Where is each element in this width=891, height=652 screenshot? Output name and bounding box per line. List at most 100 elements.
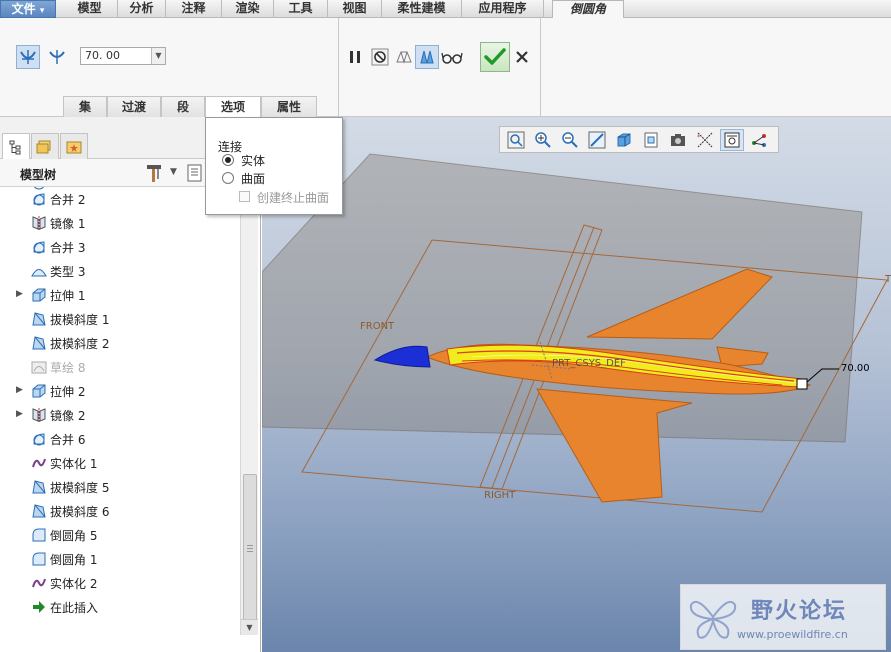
tab-file[interactable]: 文件 ▾ [0, 0, 56, 18]
chevron-down-icon[interactable]: ▼ [170, 167, 177, 177]
extrude-icon [31, 383, 47, 399]
tab-model-tree[interactable] [2, 133, 30, 160]
tab-applications[interactable]: 应用程序 [462, 0, 544, 18]
tree-item[interactable]: ▶ 镜像 2 [0, 403, 240, 427]
model-viewport[interactable]: PRT_CSYS_DEF 70.00 FRONT RIGHT T [262, 117, 891, 652]
tab-options[interactable]: 选项 [205, 96, 261, 118]
verify-button[interactable] [440, 45, 464, 69]
drag-handle[interactable] [796, 378, 808, 390]
chevron-down-icon[interactable]: ▼ [151, 48, 165, 64]
display-style-button[interactable] [612, 129, 636, 151]
tab-render[interactable]: 渲染 [222, 0, 274, 18]
saved-orientations-button[interactable] [639, 129, 663, 151]
tab-favorites[interactable] [60, 133, 88, 159]
geometry-preview-icon [420, 50, 434, 64]
model-tree-icon [9, 140, 21, 155]
expand-arrow-icon[interactable]: ▶ [16, 385, 23, 395]
create-end-surfaces-checkbox[interactable] [239, 191, 250, 202]
tab-flexible-modeling[interactable]: 柔性建模 [382, 0, 462, 18]
zoom-out-button[interactable] [558, 129, 582, 151]
draft-icon [31, 503, 47, 519]
model-tree-scrollbar[interactable]: ▼ [240, 187, 258, 635]
scrollbar-thumb[interactable] [243, 474, 257, 624]
tab-sets[interactable]: 集 [63, 96, 107, 117]
expand-arrow-icon[interactable]: ▶ [16, 289, 23, 299]
radius-dimension[interactable]: 70.00 [841, 363, 870, 374]
draft-icon [31, 311, 47, 327]
radius-value: 70. 00 [85, 49, 120, 62]
tree-item-label: 草绘 8 [50, 361, 86, 375]
cube-icon [617, 133, 631, 146]
tab-properties[interactable]: 属性 [261, 96, 317, 117]
ribbon-separator [338, 18, 339, 117]
no-preview-button[interactable] [368, 45, 392, 69]
tree-item[interactable]: 拔模斜度 6 [0, 499, 240, 523]
graphics-window[interactable]: PRT_CSYS_DEF 70.00 FRONT RIGHT T * 野火论坛 … [262, 117, 891, 652]
pause-button[interactable] [343, 45, 367, 69]
datum-display-button[interactable]: * [693, 129, 717, 151]
tab-annotate[interactable]: 注释 [166, 0, 222, 18]
view-manager-button[interactable] [666, 129, 690, 151]
expand-arrow-icon[interactable]: ▶ [16, 409, 23, 419]
tab-tools[interactable]: 工具 [274, 0, 328, 18]
zoom-fit-icon [507, 131, 525, 148]
tab-model[interactable]: 模型 [62, 0, 118, 18]
show-columns-button[interactable] [186, 164, 206, 184]
datum-filter-icon: * [697, 132, 713, 147]
spin-center-button[interactable] [747, 129, 771, 151]
conic-round-button[interactable] [45, 45, 69, 69]
tree-item[interactable]: 倒圆角 1 [0, 547, 240, 571]
mirror-icon [31, 215, 47, 231]
ribbon-tab-bar: 文件 ▾ 模型 分析 注释 渲染 工具 视图 柔性建模 应用程序 倒圆角 [0, 0, 891, 19]
options-panel: 连接 实体 曲面 创建终止曲面 [205, 117, 343, 215]
tree-item-label: 类型 3 [50, 265, 86, 279]
tree-item[interactable]: 实体化 2 [0, 571, 240, 595]
separate-preview-button[interactable] [392, 45, 416, 69]
tree-item[interactable]: 拔模斜度 2 [0, 331, 240, 355]
extrude-icon [31, 287, 47, 303]
tree-item[interactable]: 倒圆角 5 [0, 523, 240, 547]
tab-pieces[interactable]: 段 [161, 96, 205, 117]
tree-item[interactable]: 合并 6 [0, 427, 240, 451]
tree-item[interactable]: 镜像 1 [0, 211, 240, 235]
tab-analysis[interactable]: 分析 [118, 0, 166, 18]
tree-item[interactable]: 拔模斜度 1 [0, 307, 240, 331]
tab-round[interactable]: 倒圆角 [552, 0, 624, 19]
scroll-down-icon[interactable]: ▼ [241, 619, 258, 635]
tree-settings-button[interactable] [144, 163, 166, 183]
tree-item[interactable]: 合并 3 [0, 235, 240, 259]
tree-item-insert-here[interactable]: 在此插入 [0, 595, 240, 619]
saved-views-icon [644, 132, 658, 147]
chevron-down-icon: ▾ [39, 6, 45, 16]
tab-folder-browser[interactable] [31, 133, 59, 159]
sketch-icon [31, 359, 47, 375]
refit-button[interactable] [504, 129, 528, 151]
glasses-icon [441, 52, 463, 64]
annotation-display-button[interactable] [720, 128, 744, 151]
tree-item[interactable]: 类型 3 [0, 259, 240, 283]
surface-radio[interactable] [222, 172, 234, 184]
cancel-button[interactable] [510, 45, 534, 69]
tree-item[interactable]: ▶ 拉伸 2 [0, 379, 240, 403]
solid-radio[interactable] [222, 154, 234, 166]
wireframe-preview-icon [396, 51, 412, 64]
zoom-in-button[interactable] [531, 129, 555, 151]
tree-item[interactable]: 草绘 8 [0, 355, 240, 379]
pause-icon [350, 51, 360, 63]
geometry-preview-button[interactable] [415, 45, 439, 69]
attachment-label: 连接 [218, 140, 243, 154]
main-wing[interactable] [536, 388, 693, 503]
tree-item-label: 镜像 2 [50, 409, 86, 423]
tree-item[interactable]: 合并 2 [0, 187, 240, 211]
tree-item-label: 合并 6 [50, 433, 86, 447]
constant-round-button[interactable] [16, 45, 40, 69]
tree-item[interactable]: 实体化 1 [0, 451, 240, 475]
repaint-button[interactable] [585, 129, 609, 151]
ok-button[interactable] [480, 42, 510, 72]
tree-item[interactable]: ▶ 拉伸 1 [0, 283, 240, 307]
radius-dropdown[interactable]: 70. 00 ▼ [80, 47, 166, 65]
tree-item[interactable]: 拔模斜度 5 [0, 475, 240, 499]
tab-view[interactable]: 视图 [328, 0, 382, 18]
draft-icon [31, 335, 47, 351]
tab-transitions[interactable]: 过渡 [107, 96, 161, 117]
